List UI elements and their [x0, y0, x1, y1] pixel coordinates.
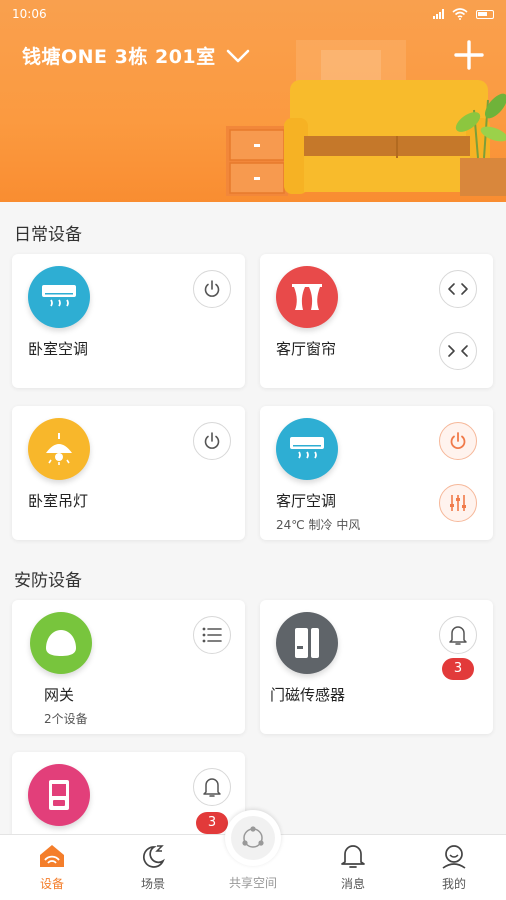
device-card-living-ac[interactable]: 客厅空调 24℃ 制冷 中风: [260, 406, 493, 540]
wifi-icon: [452, 8, 468, 20]
battery-icon: [476, 9, 494, 19]
share-circle: [231, 816, 275, 860]
power-button[interactable]: [193, 422, 231, 460]
home-selector[interactable]: 钱塘ONE 3栋 201室: [22, 42, 250, 69]
nav-scenes[interactable]: 场景: [113, 835, 193, 900]
nav-label: 设备: [39, 877, 64, 891]
status-bar: 10:06: [0, 0, 506, 28]
device-card-pink-device[interactable]: 3: [12, 752, 245, 834]
nav-label-shared-space: 共享空间: [228, 876, 277, 890]
settings-button[interactable]: [439, 484, 477, 522]
gateway-icon: [30, 612, 92, 674]
chevrons-inward-icon: [448, 283, 468, 295]
home-icon: [40, 845, 64, 867]
nav-messages[interactable]: 消息: [313, 835, 393, 900]
alert-count-badge: 3: [196, 812, 228, 834]
home-header: 10:06 钱塘ONE 3栋 201室: [0, 0, 506, 202]
list-icon: [202, 627, 222, 643]
curtain-icon: [276, 266, 338, 328]
pendant-lamp-icon: [28, 418, 90, 480]
device-name: 卧室吊灯: [28, 492, 89, 510]
power-button[interactable]: [193, 270, 231, 308]
nav-label: 我的: [441, 877, 466, 891]
section-security-devices: 安防设备: [14, 571, 82, 591]
bell-icon: [203, 778, 221, 797]
device-list-button[interactable]: [193, 616, 231, 654]
curtain-close-button[interactable]: [439, 270, 477, 308]
bell-icon: [449, 626, 467, 645]
device-list: 日常设备 卧室空调 客厅窗帘 卧室吊灯 客厅空调 24℃ 制冷 中风 安防设备 …: [0, 202, 506, 834]
bell-icon: [341, 845, 365, 868]
section-daily-devices: 日常设备: [14, 225, 82, 245]
device-status: 24℃ 制冷 中风: [276, 518, 361, 532]
chevrons-outward-icon: [448, 345, 468, 357]
moon-icon: [143, 845, 165, 868]
intercom-icon: [28, 764, 90, 826]
device-card-living-curtain[interactable]: 客厅窗帘: [260, 254, 493, 388]
device-card-bedroom-lamp[interactable]: 卧室吊灯: [12, 406, 245, 540]
air-conditioner-icon: [28, 266, 90, 328]
nav-label: 消息: [340, 877, 365, 891]
nav-mine[interactable]: 我的: [414, 835, 494, 900]
nav-label: 场景: [140, 877, 165, 891]
signal-icon: [433, 9, 444, 19]
device-name: 客厅窗帘: [276, 340, 337, 358]
power-button[interactable]: [439, 422, 477, 460]
nav-shared-space-button[interactable]: [225, 810, 281, 866]
share-network-icon: [242, 826, 264, 848]
user-icon: [442, 845, 466, 869]
power-icon: [450, 432, 466, 450]
device-card-door-sensor[interactable]: 门磁传感器 3: [260, 600, 493, 734]
home-name: 钱塘ONE 3栋 201室: [22, 46, 216, 68]
nav-devices[interactable]: 设备: [12, 835, 92, 900]
device-name: 网关: [44, 686, 75, 704]
door-sensor-icon: [276, 612, 338, 674]
add-device-button[interactable]: [454, 40, 484, 70]
status-time: 10:06: [12, 7, 47, 21]
status-icons: [433, 8, 494, 20]
air-conditioner-icon: [276, 418, 338, 480]
power-icon: [204, 280, 220, 297]
device-name: 卧室空调: [28, 340, 89, 358]
alarm-button[interactable]: [193, 768, 231, 806]
sliders-icon: [450, 495, 466, 511]
alert-count-badge: 3: [442, 658, 474, 680]
device-card-bedroom-ac[interactable]: 卧室空调: [12, 254, 245, 388]
device-count: 2个设备: [44, 712, 88, 726]
curtain-open-button[interactable]: [439, 332, 477, 370]
alarm-button[interactable]: [439, 616, 477, 654]
device-name: 客厅空调: [276, 492, 337, 510]
chevron-down-icon: [226, 49, 249, 62]
power-icon: [204, 432, 220, 449]
device-name: 门磁传感器: [270, 686, 346, 704]
device-card-gateway[interactable]: 网关 2个设备: [12, 600, 245, 734]
